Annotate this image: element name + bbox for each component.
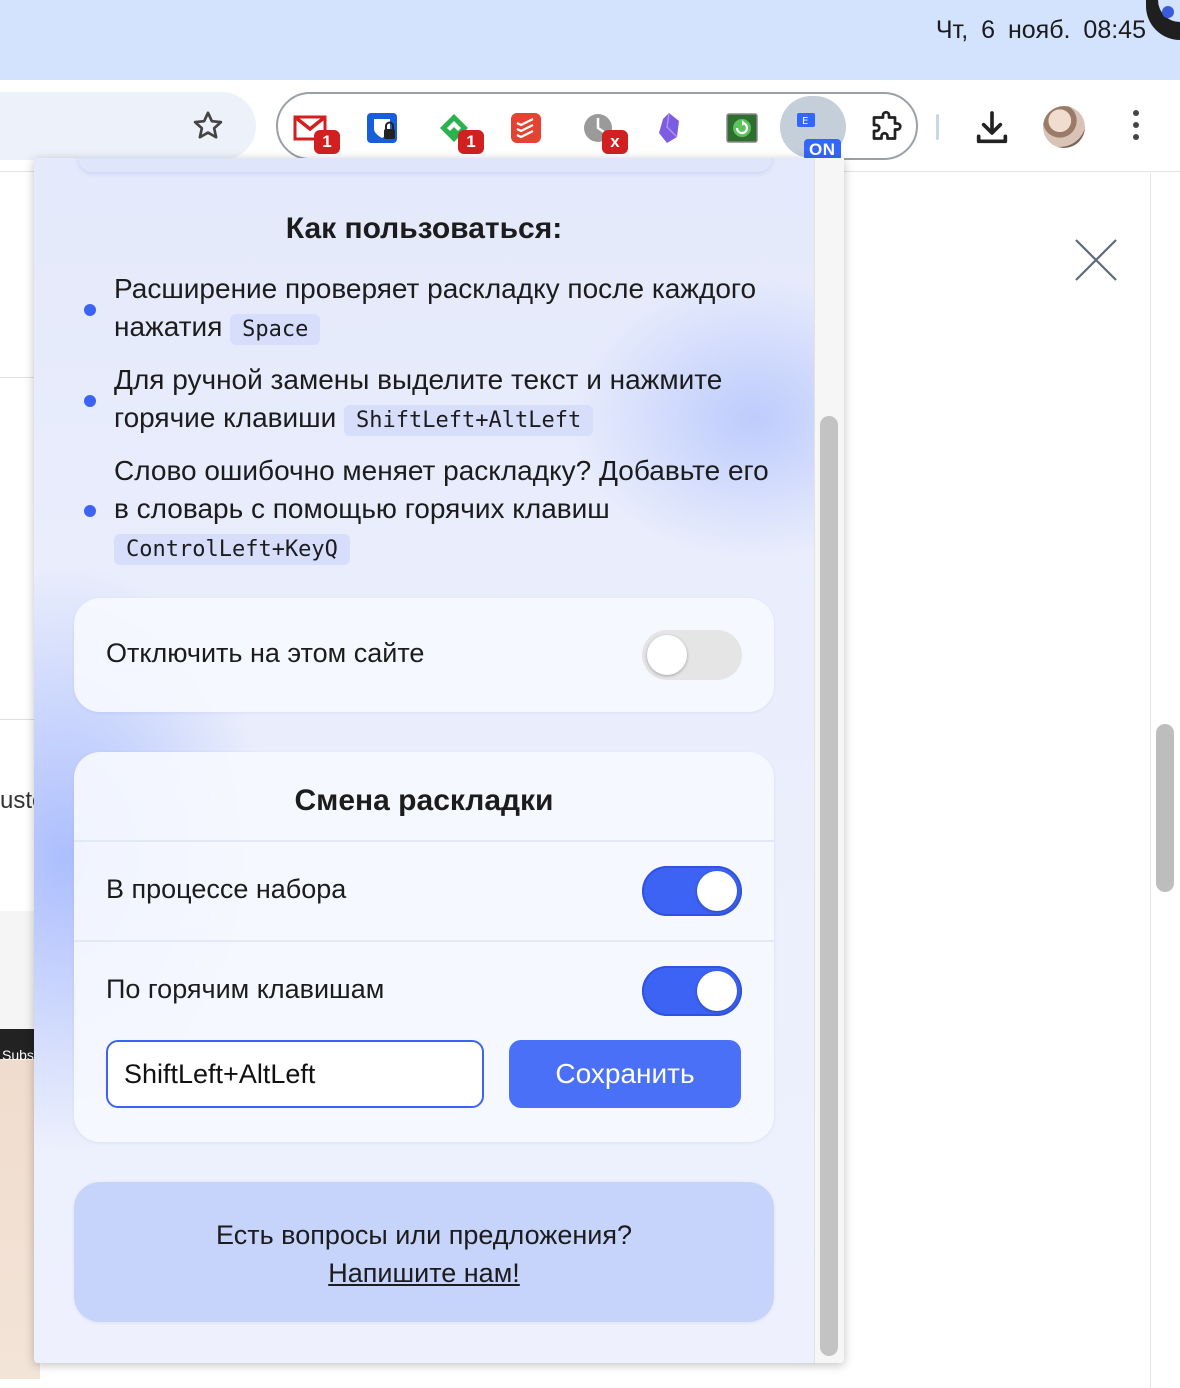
tip-text: Слово ошибочно меняет раскладку? Добавьт… (114, 452, 782, 569)
reload-icon (726, 113, 758, 143)
download-icon[interactable] (972, 108, 1012, 148)
clock-extension-button[interactable]: x (576, 106, 628, 154)
extensions-menu-button[interactable] (864, 106, 908, 150)
feedback-card: Есть вопросы или предложения? Напишите н… (74, 1182, 774, 1322)
disable-on-site-toggle[interactable] (642, 630, 742, 680)
clock-badge: x (602, 130, 628, 154)
tip-hotkey: Space (230, 314, 321, 345)
hotkey-input[interactable]: ShiftLeft+AltLeft (106, 1040, 484, 1108)
by-hotkeys-label: По горячим клавишам (106, 974, 385, 1004)
popup-scrollbar-thumb[interactable] (820, 416, 838, 1356)
bitwarden-shield-icon (367, 113, 397, 143)
profile-avatar[interactable] (1043, 106, 1085, 148)
page-scrollbar-thumb[interactable] (1156, 724, 1174, 892)
save-button[interactable]: Сохранить (509, 1040, 741, 1108)
macos-menubar: Чт, 6 нояб. 08:45 (0, 0, 1180, 80)
feedly-badge: 1 (458, 130, 484, 154)
tip-text: Расширение проверяет раскладку после каж… (114, 270, 782, 349)
feedly-extension-button[interactable]: 1 (432, 106, 484, 154)
bullet-icon (84, 504, 96, 517)
gmail-badge: 1 (314, 130, 340, 154)
layout-switch-card: Смена раскладки В процессе набора По гор… (74, 752, 774, 1142)
feedback-question: Есть вопросы или предложения? (216, 1220, 632, 1250)
tips-list: Расширение проверяет раскладку после каж… (82, 270, 782, 581)
gmail-extension-button[interactable]: 1 (288, 106, 340, 154)
obsidian-icon (659, 112, 679, 143)
disable-on-site-card: Отключить на этом сайте (74, 598, 774, 712)
tip-item: Для ручной замены выделите текст и нажми… (82, 361, 782, 440)
address-bar[interactable] (0, 92, 256, 160)
screen-reload-extension-button[interactable] (720, 106, 764, 150)
bullet-icon (84, 394, 96, 407)
menubar-clock[interactable]: Чт, 6 нояб. 08:45 (936, 16, 1146, 45)
while-typing-label: В процессе набора (106, 874, 347, 904)
card-divider (74, 940, 774, 942)
page-thumbnail-text: Subs (2, 1047, 34, 1063)
feedback-link[interactable]: Напишите нам! (74, 1254, 774, 1292)
how-to-title: Как пользоваться: (285, 212, 563, 245)
card-divider (74, 840, 774, 842)
tip-item: Слово ошибочно меняет раскладку? Добавьт… (82, 452, 782, 569)
while-typing-toggle[interactable] (642, 866, 742, 916)
bookmark-star-icon[interactable] (190, 108, 226, 144)
bitwarden-extension-button[interactable] (360, 106, 404, 150)
popup-top-card-edge (78, 158, 772, 172)
tip-hotkey: ControlLeft+KeyQ (114, 534, 350, 565)
close-icon[interactable] (1072, 236, 1120, 284)
bullet-icon (84, 303, 96, 316)
puzzle-icon (872, 110, 902, 140)
popup-content: Как пользоваться: Расширение проверяет р… (34, 158, 814, 1363)
tip-hotkey: ShiftLeft+AltLeft (344, 405, 594, 436)
by-hotkeys-toggle[interactable] (642, 966, 742, 1016)
obsidian-extension-button[interactable] (648, 106, 692, 150)
toolbar-separator (936, 114, 939, 140)
tip-text: Для ручной замены выделите текст и нажми… (114, 361, 782, 440)
svg-text:E: E (802, 116, 808, 127)
disable-on-site-label: Отключить на этом сайте (106, 638, 425, 668)
layout-switch-title: Смена раскладки (294, 784, 554, 817)
todoist-icon (511, 113, 541, 143)
notification-dot (1162, 6, 1174, 18)
extensions-bar: 1 1 x E ON (276, 92, 918, 161)
page-scrollbar-track (1150, 173, 1151, 1388)
browser-menu-kebab-icon[interactable] (1126, 110, 1146, 150)
todoist-extension-button[interactable] (504, 106, 548, 150)
extension-popup: Как пользоваться: Расширение проверяет р… (34, 158, 844, 1363)
tip-item: Расширение проверяет раскладку после каж… (82, 270, 782, 349)
